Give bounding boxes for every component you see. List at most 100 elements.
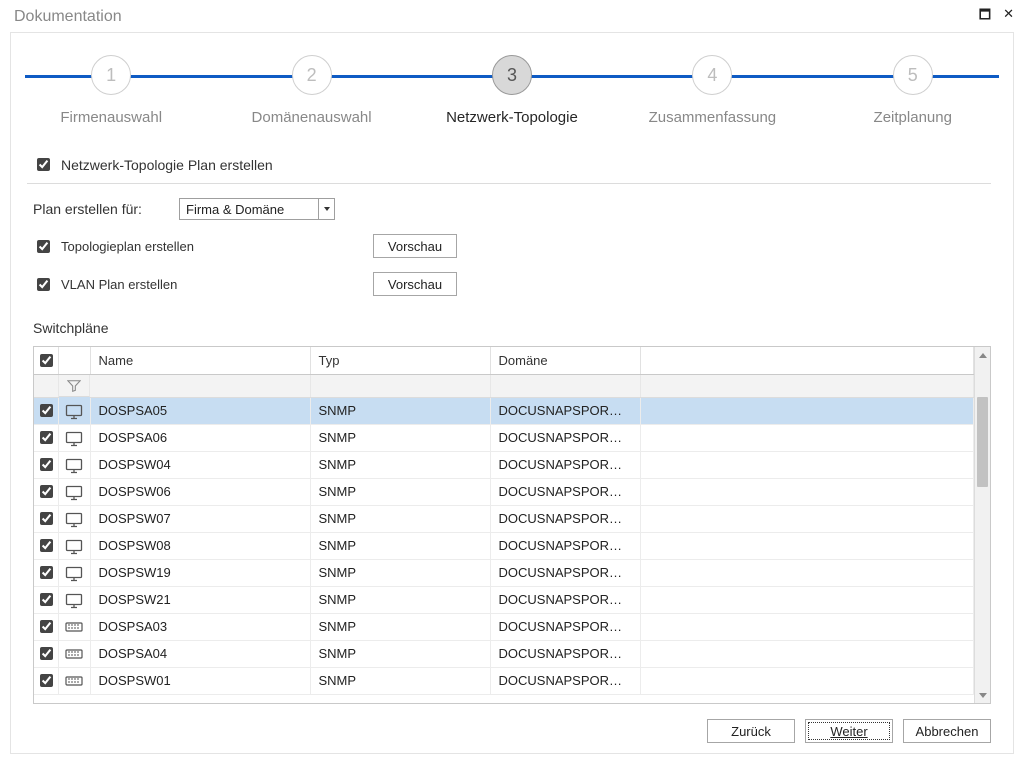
table-scrollbar[interactable] xyxy=(974,347,990,703)
row-name: DOSPSA03 xyxy=(90,613,310,640)
select-all-checkbox[interactable] xyxy=(40,354,53,367)
wizard-step[interactable]: 4Zusammenfassung xyxy=(612,55,812,126)
vlan-plan-checkbox[interactable] xyxy=(37,278,50,291)
table-row[interactable]: DOSPSW07SNMPDOCUSNAPSPOR… xyxy=(34,505,974,532)
table-row[interactable]: DOSPSA06SNMPDOCUSNAPSPOR… xyxy=(34,424,974,451)
row-typ: SNMP xyxy=(310,478,490,505)
table-row[interactable]: DOSPSW19SNMPDOCUSNAPSPOR… xyxy=(34,559,974,586)
plan-for-row: Plan erstellen für: Firma & Domäne xyxy=(33,198,991,220)
row-typ: SNMP xyxy=(310,397,490,424)
filter-dom[interactable] xyxy=(490,375,640,398)
step-label: Zeitplanung xyxy=(874,109,952,126)
row-name: DOSPSW06 xyxy=(90,478,310,505)
row-checkbox[interactable] xyxy=(40,458,53,471)
row-checkbox[interactable] xyxy=(40,431,53,444)
row-domaene: DOCUSNAPSPOR… xyxy=(490,397,640,424)
row-name: DOSPSA04 xyxy=(90,640,310,667)
topology-plan-row: Topologieplan erstellen Vorschau xyxy=(33,234,991,258)
filter-typ[interactable] xyxy=(310,375,490,398)
row-spacer xyxy=(640,667,974,694)
plan-for-label: Plan erstellen für: xyxy=(33,201,163,217)
row-spacer xyxy=(640,532,974,559)
table-row[interactable]: DOSPSA04SNMPDOCUSNAPSPOR… xyxy=(34,640,974,667)
table-row[interactable]: DOSPSW04SNMPDOCUSNAPSPOR… xyxy=(34,451,974,478)
cancel-button[interactable]: Abbrechen xyxy=(903,719,991,743)
monitor-icon xyxy=(65,593,83,607)
header-typ[interactable]: Typ xyxy=(310,347,490,375)
close-icon[interactable]: ✕ xyxy=(1003,6,1014,28)
row-domaene: DOCUSNAPSPOR… xyxy=(490,559,640,586)
row-spacer xyxy=(640,397,974,424)
wizard-step[interactable]: 2 Domänenauswahl xyxy=(212,55,412,126)
topology-plan-label: Topologieplan erstellen xyxy=(61,239,194,254)
row-typ: SNMP xyxy=(310,586,490,613)
row-typ: SNMP xyxy=(310,451,490,478)
row-checkbox[interactable] xyxy=(40,512,53,525)
row-typ: SNMP xyxy=(310,613,490,640)
wizard-step[interactable]: 5Zeitplanung xyxy=(813,55,1013,126)
filter-name[interactable] xyxy=(90,375,310,398)
titlebar: Dokumentation 🗖 ✕ xyxy=(0,0,1024,32)
wizard-step[interactable]: 1 Firmenauswahl xyxy=(11,55,211,126)
row-checkbox[interactable] xyxy=(40,647,53,660)
table-header-row: Name Typ Domäne xyxy=(34,347,974,375)
topology-plan-checkbox[interactable] xyxy=(37,240,50,253)
row-checkbox[interactable] xyxy=(40,620,53,633)
row-name: DOSPSW21 xyxy=(90,586,310,613)
next-button[interactable]: Weiter xyxy=(805,719,893,743)
row-checkbox[interactable] xyxy=(40,593,53,606)
row-spacer xyxy=(640,505,974,532)
table-row[interactable]: DOSPSW06SNMPDOCUSNAPSPOR… xyxy=(34,478,974,505)
table-row[interactable]: DOSPSA05SNMPDOCUSNAPSPOR… xyxy=(34,397,974,424)
row-domaene: DOCUSNAPSPOR… xyxy=(490,478,640,505)
back-button[interactable]: Zurück xyxy=(707,719,795,743)
row-checkbox[interactable] xyxy=(40,566,53,579)
header-icon-col xyxy=(58,347,90,375)
row-checkbox[interactable] xyxy=(40,485,53,498)
switch-icon xyxy=(65,620,83,634)
step-label: Domänenauswahl xyxy=(252,109,372,126)
monitor-icon xyxy=(65,404,83,418)
monitor-icon xyxy=(65,431,83,445)
switch-icon xyxy=(65,647,83,661)
row-checkbox[interactable] xyxy=(40,539,53,552)
step-circle: 3 xyxy=(492,55,532,95)
scroll-up-icon[interactable] xyxy=(975,347,990,363)
scroll-thumb[interactable] xyxy=(977,397,988,487)
vlan-preview-button[interactable]: Vorschau xyxy=(373,272,457,296)
section-toggle-row: Netzwerk-Topologie Plan erstellen xyxy=(27,155,991,184)
row-typ: SNMP xyxy=(310,505,490,532)
wizard-footer: Zurück Weiter Abbrechen xyxy=(707,719,991,743)
step-circle: 2 xyxy=(292,55,332,95)
topology-preview-button[interactable]: Vorschau xyxy=(373,234,457,258)
table-row[interactable]: DOSPSA03SNMPDOCUSNAPSPOR… xyxy=(34,613,974,640)
switchplans-table: Name Typ Domäne xyxy=(33,346,991,704)
header-spacer xyxy=(640,347,974,375)
row-domaene: DOCUSNAPSPOR… xyxy=(490,451,640,478)
row-name: DOSPSA06 xyxy=(90,424,310,451)
create-topology-plan-label: Netzwerk-Topologie Plan erstellen xyxy=(61,157,273,173)
step-label: Firmenauswahl xyxy=(60,109,162,126)
row-name: DOSPSW04 xyxy=(90,451,310,478)
filter-icon[interactable] xyxy=(59,375,91,397)
header-domaene[interactable]: Domäne xyxy=(490,347,640,375)
step-circle: 1 xyxy=(91,55,131,95)
row-checkbox[interactable] xyxy=(40,404,53,417)
row-spacer xyxy=(640,478,974,505)
switchplans-heading: Switchpläne xyxy=(33,320,991,336)
table-row[interactable]: DOSPSW08SNMPDOCUSNAPSPOR… xyxy=(34,532,974,559)
window-title: Dokumentation xyxy=(14,8,979,26)
wizard-step[interactable]: 3Netzwerk-Topologie xyxy=(412,55,612,126)
row-checkbox[interactable] xyxy=(40,674,53,687)
row-domaene: DOCUSNAPSPOR… xyxy=(490,613,640,640)
create-topology-plan-checkbox[interactable] xyxy=(37,158,50,171)
plan-for-select[interactable]: Firma & Domäne xyxy=(179,198,335,220)
header-name[interactable]: Name xyxy=(90,347,310,375)
table-row[interactable]: DOSPSW01SNMPDOCUSNAPSPOR… xyxy=(34,667,974,694)
window: Dokumentation 🗖 ✕ 1 Firmenauswahl 2 Domänen… xyxy=(0,0,1024,768)
row-spacer xyxy=(640,613,974,640)
maximize-icon[interactable]: 🗖 xyxy=(979,6,991,28)
table-row[interactable]: DOSPSW21SNMPDOCUSNAPSPOR… xyxy=(34,586,974,613)
scroll-down-icon[interactable] xyxy=(975,687,990,703)
row-domaene: DOCUSNAPSPOR… xyxy=(490,424,640,451)
